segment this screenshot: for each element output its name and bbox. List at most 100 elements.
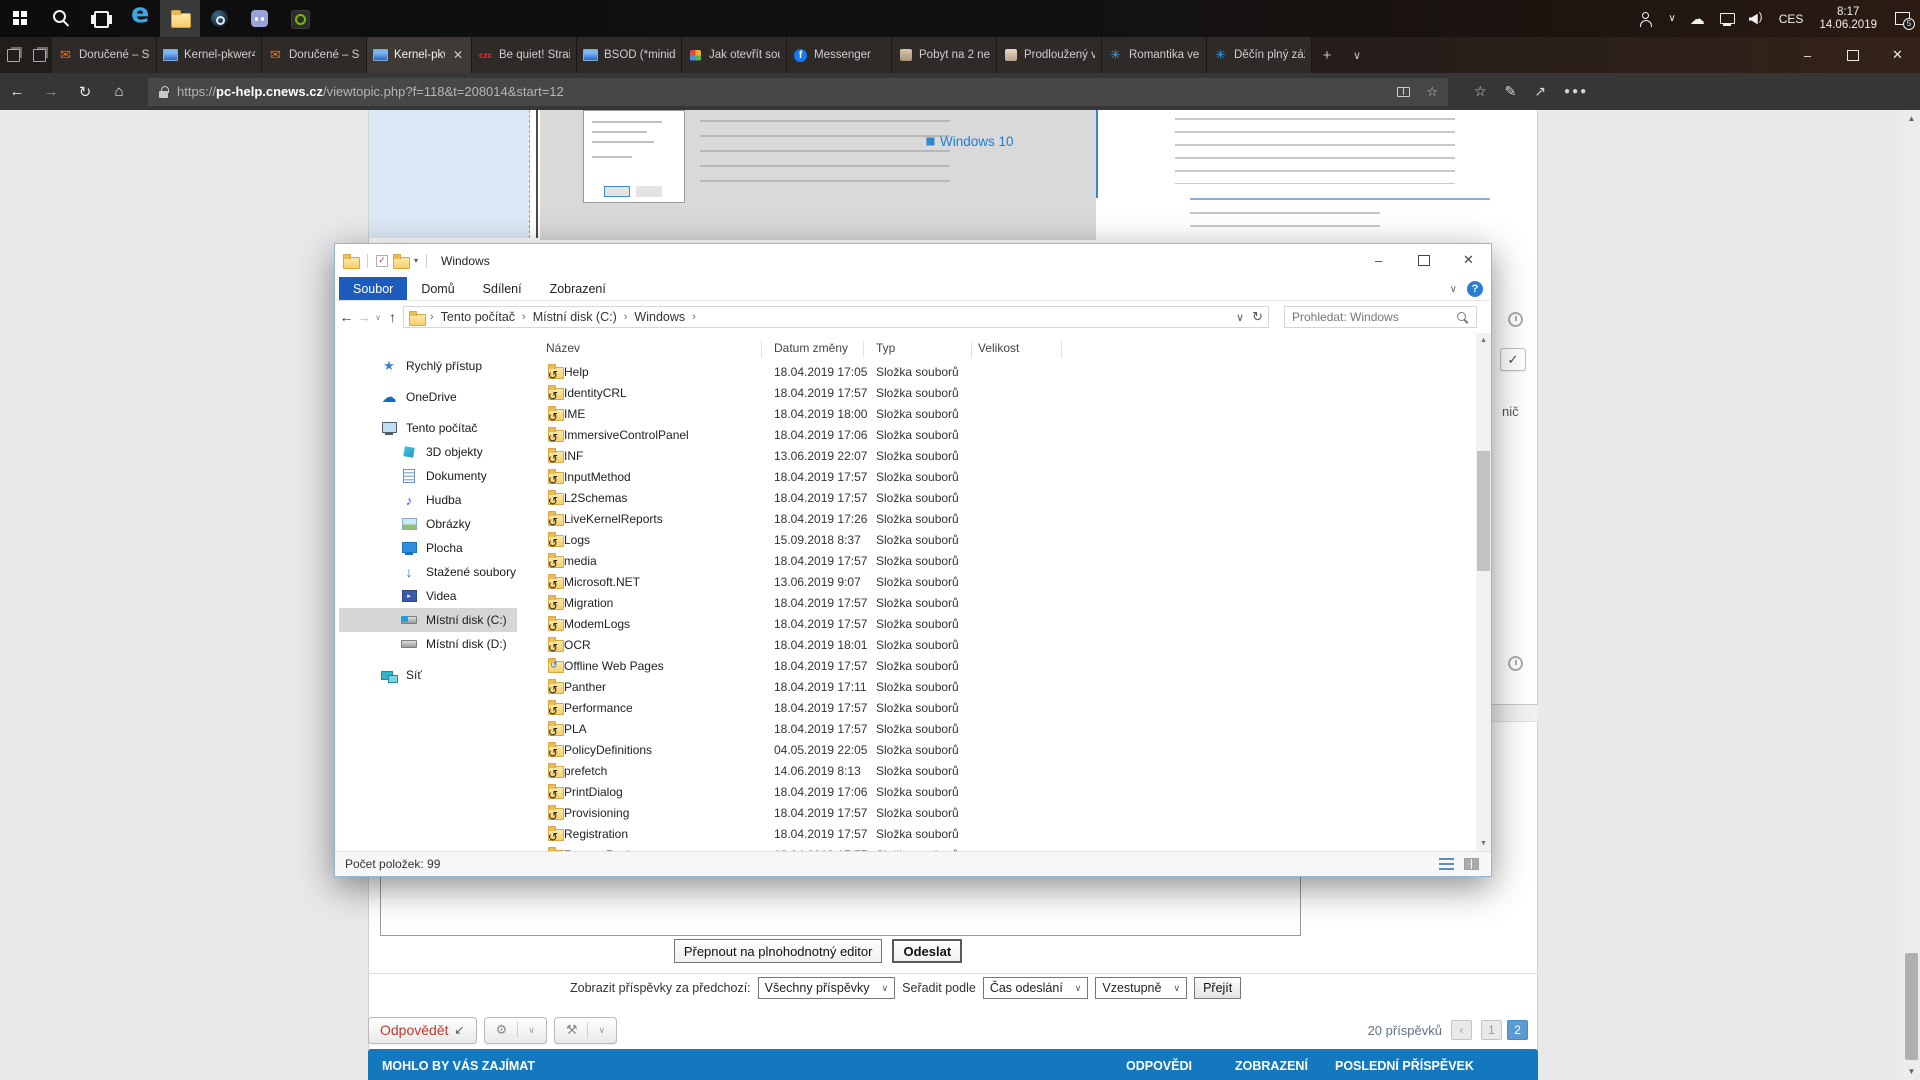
- clock[interactable]: 8:17 14.06.2019: [1810, 6, 1886, 32]
- pagination-prev-button[interactable]: ‹: [1451, 1020, 1472, 1040]
- pagination-page-button[interactable]: 1: [1481, 1020, 1502, 1040]
- scroll-up-icon[interactable]: ▲: [1476, 333, 1491, 348]
- sidebar-item[interactable]: Obrázky: [335, 512, 537, 536]
- taskbar-app-button[interactable]: [200, 0, 240, 37]
- quick-access-properties-icon[interactable]: ✓: [376, 255, 388, 267]
- annotate-pen-icon[interactable]: ✎: [1505, 83, 1517, 100]
- breadcrumb[interactable]: › Tento počítač › Místní disk (C:) › Win…: [403, 306, 1269, 328]
- file-row[interactable]: ↺ ImmersiveControlPanel 18.04.2019 17:06…: [537, 425, 1476, 446]
- explorer-up-icon[interactable]: ↑: [384, 309, 401, 325]
- browser-tab[interactable]: BSOD (*minidur: [577, 37, 682, 73]
- column-header-type[interactable]: Typ: [876, 341, 895, 355]
- browser-tab[interactable]: Jak otevřít soub: [682, 37, 787, 73]
- file-row[interactable]: ↺ IME 18.04.2019 18:00 Složka souborů: [537, 404, 1476, 425]
- breadcrumb-item[interactable]: Windows: [632, 310, 687, 324]
- browser-tab[interactable]: Romantika ve m: [1102, 37, 1207, 73]
- browser-restore-button[interactable]: [1830, 37, 1875, 73]
- breadcrumb-item[interactable]: Tento počítač: [439, 310, 517, 324]
- sidebar-item[interactable]: Tento počítač: [335, 416, 537, 440]
- tab-list-chevron-icon[interactable]: ∨: [1342, 37, 1372, 73]
- tab-preview-icon[interactable]: [26, 37, 52, 73]
- explorer-maximize-button[interactable]: [1401, 244, 1446, 276]
- refresh-icon[interactable]: ↻: [68, 83, 102, 101]
- file-row[interactable]: ↺ IdentityCRL 18.04.2019 17:57 Složka so…: [537, 383, 1476, 404]
- display-posts-select[interactable]: Všechny příspěvky∨: [758, 977, 896, 999]
- sidebar-item[interactable]: 3D objekty: [335, 440, 537, 464]
- file-row[interactable]: ↺ PLA 18.04.2019 17:57 Složka souborů: [537, 719, 1476, 740]
- explorer-back-icon[interactable]: ←: [338, 309, 355, 325]
- expand-ribbon-chevron-icon[interactable]: ∨: [1450, 284, 1457, 295]
- details-view-icon[interactable]: [1439, 858, 1454, 870]
- accepted-check-icon[interactable]: ✓: [1500, 348, 1526, 371]
- explorer-scrollbar-thumb[interactable]: [1477, 451, 1490, 571]
- sidebar-item[interactable]: Místní disk (D:): [335, 632, 537, 656]
- file-row[interactable]: ↺ Performance 18.04.2019 17:57 Složka so…: [537, 698, 1476, 719]
- more-options-icon[interactable]: ●●●: [1564, 86, 1588, 97]
- taskbar-app-button[interactable]: [160, 0, 200, 37]
- file-row[interactable]: ↺ prefetch 14.06.2019 8:13 Složka soubor…: [537, 761, 1476, 782]
- file-row[interactable]: ↺ Microsoft.NET 13.06.2019 9:07 Složka s…: [537, 572, 1476, 593]
- topic-tools-button[interactable]: ⚙ ∨: [484, 1017, 547, 1044]
- forward-icon[interactable]: →: [34, 83, 68, 100]
- browser-tab[interactable]: Kernel-pkwe ✕: [367, 37, 472, 73]
- share-icon[interactable]: ↗: [1534, 83, 1546, 100]
- sidebar-item[interactable]: Dokumenty: [335, 464, 537, 488]
- editor-toggle-button[interactable]: Přepnout na plnohodnotný editor: [674, 939, 883, 963]
- network-tray-button[interactable]: [1712, 0, 1742, 37]
- ribbon-tab[interactable]: Domů: [407, 277, 468, 300]
- sort-by-select[interactable]: Čas odeslání∨: [983, 977, 1089, 999]
- file-row[interactable]: ↺ LiveKernelReports 18.04.2019 17:26 Slo…: [537, 509, 1476, 530]
- file-row[interactable]: ↺ Registration 18.04.2019 17:57 Složka s…: [537, 824, 1476, 845]
- sidebar-item[interactable]: OneDrive: [335, 385, 537, 409]
- thumbnails-view-icon[interactable]: [1464, 858, 1479, 870]
- hub-favorites-icon[interactable]: ☆: [1474, 83, 1487, 100]
- browser-tab[interactable]: Prodloužený vík: [997, 37, 1102, 73]
- taskbar-app-button[interactable]: [120, 0, 160, 37]
- set-tabs-aside-icon[interactable]: [0, 37, 26, 73]
- browser-scrollbar[interactable]: ▲ ▼: [1903, 110, 1920, 1080]
- sidebar-item[interactable]: Rychlý přístup: [335, 354, 537, 378]
- file-row[interactable]: ↺ media 18.04.2019 17:57 Složka souborů: [537, 551, 1476, 572]
- taskbar-app-button[interactable]: [240, 0, 280, 37]
- scroll-down-icon[interactable]: ▼: [1476, 836, 1491, 851]
- address-dropdown-chevron-icon[interactable]: ∨: [1236, 311, 1244, 324]
- browser-tab[interactable]: Doručené – Sezn: [262, 37, 367, 73]
- browser-tab[interactable]: Be quiet! Straigh: [472, 37, 577, 73]
- browser-tab[interactable]: Děčín plný zážit: [1207, 37, 1312, 73]
- explorer-search-input[interactable]: [1292, 310, 1456, 324]
- browser-tab[interactable]: Pobyt na 2 nebo: [892, 37, 997, 73]
- breadcrumb-separator[interactable]: ›: [517, 311, 531, 323]
- explorer-close-button[interactable]: ✕: [1446, 244, 1491, 276]
- scroll-up-icon[interactable]: ▲: [1903, 110, 1920, 127]
- explorer-search-box[interactable]: [1284, 306, 1477, 328]
- people-button[interactable]: [1631, 0, 1661, 37]
- file-row[interactable]: ↺ INF 13.06.2019 22:07 Složka souborů: [537, 446, 1476, 467]
- explorer-title-bar[interactable]: ✓ ▾ Windows – ✕: [335, 244, 1491, 277]
- moderator-tools-button[interactable]: ⚒ ∨: [554, 1017, 617, 1044]
- browser-tab[interactable]: Messenger: [787, 37, 892, 73]
- browser-close-button[interactable]: ✕: [1875, 37, 1920, 73]
- explorer-scrollbar[interactable]: ▲ ▼: [1476, 333, 1491, 851]
- new-tab-button[interactable]: +: [1312, 37, 1342, 73]
- url-field[interactable]: https://pc-help.cnews.cz/viewtopic.php?f…: [148, 78, 1448, 106]
- breadcrumb-separator[interactable]: ›: [619, 311, 633, 323]
- file-row[interactable]: ↺ Migration 18.04.2019 17:57 Složka soub…: [537, 593, 1476, 614]
- sidebar-item[interactable]: Místní disk (C:): [335, 608, 537, 632]
- favorite-star-icon[interactable]: ☆: [1426, 84, 1438, 100]
- file-row[interactable]: ↺ Help 18.04.2019 17:05 Složka souborů: [537, 362, 1476, 383]
- pagination-page-button[interactable]: 2: [1507, 1020, 1528, 1040]
- explorer-minimize-button[interactable]: –: [1356, 244, 1401, 276]
- breadcrumb-separator[interactable]: ›: [687, 311, 701, 323]
- scroll-down-icon[interactable]: ▼: [1903, 1063, 1920, 1080]
- sort-order-select[interactable]: Vzestupně∨: [1095, 977, 1187, 999]
- file-row[interactable]: ↺ PolicyDefinitions 04.05.2019 22:05 Slo…: [537, 740, 1476, 761]
- help-icon[interactable]: ?: [1467, 281, 1483, 297]
- reply-button[interactable]: Odpovědět ↙: [368, 1017, 477, 1044]
- refresh-address-icon[interactable]: ↻: [1252, 309, 1263, 325]
- sidebar-item[interactable]: Videa: [335, 584, 537, 608]
- language-indicator[interactable]: CES: [1772, 0, 1811, 37]
- browser-minimize-button[interactable]: –: [1785, 37, 1830, 73]
- ribbon-tab[interactable]: Zobrazení: [536, 277, 620, 300]
- sidebar-item[interactable]: Hudba: [335, 488, 537, 512]
- taskbar-app-button[interactable]: [40, 0, 80, 37]
